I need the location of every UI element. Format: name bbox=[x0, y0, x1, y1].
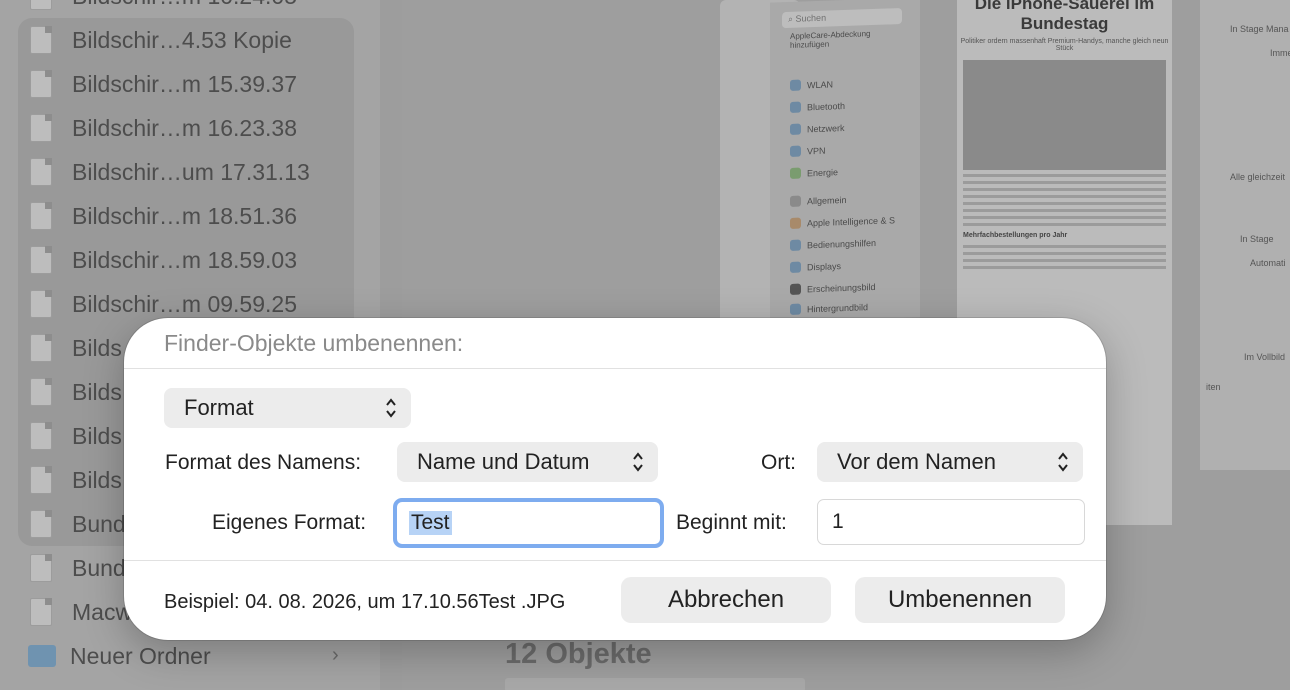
settings-item: VPN bbox=[790, 145, 826, 157]
custom-format-input[interactable]: Test bbox=[393, 498, 664, 548]
settings-item: Allgemein bbox=[790, 194, 847, 207]
start-number-input[interactable]: 1 bbox=[817, 499, 1085, 545]
popup-value: Vor dem Namen bbox=[837, 449, 996, 474]
folder-item[interactable]: Neuer Ordner bbox=[28, 634, 360, 678]
wifi-icon bbox=[790, 79, 801, 91]
energy-icon bbox=[790, 167, 801, 179]
settings-item: Netzwerk bbox=[790, 122, 845, 135]
popup-value: Format bbox=[184, 395, 254, 420]
document-icon bbox=[30, 246, 52, 274]
start-number-label: Beginnt mit: bbox=[676, 511, 787, 534]
network-icon bbox=[790, 123, 801, 135]
object-count: 12 Objekte bbox=[505, 638, 652, 670]
dialog-title: Finder-Objekte umbenennen: bbox=[164, 330, 464, 356]
object-size-info bbox=[505, 678, 805, 690]
settings-right-panel: In Stage Mana Immer Alle gleichzeit In S… bbox=[1200, 0, 1290, 470]
document-icon bbox=[30, 510, 52, 538]
file-name: Bilds bbox=[72, 466, 122, 493]
settings-item: Bluetooth bbox=[790, 100, 845, 113]
file-name: Bildschir…m 18.51.36 bbox=[72, 202, 297, 229]
file-item[interactable]: Bildschir…m 18.51.36 bbox=[30, 194, 360, 238]
custom-format-value: Test bbox=[409, 511, 452, 535]
rename-button[interactable]: Umbenennen bbox=[855, 577, 1065, 623]
file-name: Bildschir…m 10.24.05 bbox=[72, 0, 297, 10]
display-icon bbox=[790, 261, 801, 273]
file-name: Macw bbox=[72, 598, 133, 625]
folder-name: Neuer Ordner bbox=[70, 642, 211, 669]
location-popup[interactable]: Vor dem Namen bbox=[817, 442, 1083, 482]
file-item[interactable]: Bildschir…um 17.31.13 bbox=[30, 150, 360, 194]
document-icon bbox=[30, 202, 52, 230]
file-name: Bildschir…m 09.59.25 bbox=[72, 290, 297, 317]
file-name: Bildschir…4.53 Kopie bbox=[72, 26, 292, 53]
file-item[interactable]: Bildschir…m 18.59.03 bbox=[30, 238, 360, 282]
document-icon bbox=[30, 466, 52, 494]
document-icon bbox=[30, 0, 52, 10]
settings-item: Apple Intelligence & S bbox=[790, 214, 895, 229]
settings-item: WLAN bbox=[790, 78, 833, 91]
vpn-icon bbox=[790, 145, 801, 157]
document-icon bbox=[30, 598, 52, 626]
document-icon bbox=[30, 554, 52, 582]
file-name: Bildschir…m 18.59.03 bbox=[72, 246, 297, 273]
appearance-icon bbox=[790, 283, 801, 295]
bluetooth-icon bbox=[790, 101, 801, 113]
document-icon bbox=[30, 26, 52, 54]
settings-item: Displays bbox=[790, 260, 841, 273]
folder-icon bbox=[28, 645, 56, 667]
settings-preview: ⌕ Suchen AppleCare-Abdeckung hinzufügen … bbox=[770, 0, 920, 323]
file-name: Bilds bbox=[72, 378, 122, 405]
file-item[interactable]: Bildschir…4.53 Kopie bbox=[30, 18, 360, 62]
chevron-updown-icon bbox=[386, 398, 396, 418]
file-name: Bildschir…m 16.23.38 bbox=[72, 114, 297, 141]
file-name: Bund bbox=[72, 554, 126, 581]
start-number-value: 1 bbox=[832, 510, 844, 533]
rename-dialog: Finder-Objekte umbenennen: Format Format… bbox=[124, 318, 1106, 640]
location-label: Ort: bbox=[761, 451, 796, 474]
document-icon bbox=[30, 70, 52, 98]
example-text: Beispiel: 04. 08. 2026, um 17.10.56Test … bbox=[164, 591, 566, 613]
gear-icon bbox=[790, 195, 801, 207]
settings-item: Bedienungshilfen bbox=[790, 237, 876, 251]
popup-value: Name und Datum bbox=[417, 449, 590, 474]
file-item[interactable]: Bildschir…m 10.24.05 bbox=[30, 0, 360, 18]
file-name: Bilds bbox=[72, 422, 122, 449]
article-section: Mehrfachbestellungen pro Jahr bbox=[963, 232, 1068, 239]
wallpaper-icon bbox=[790, 303, 801, 315]
divider bbox=[124, 368, 1106, 369]
document-icon bbox=[30, 114, 52, 142]
article-photo bbox=[963, 60, 1166, 170]
intelligence-icon bbox=[790, 217, 801, 229]
applecare-text: AppleCare-Abdeckung hinzufügen bbox=[790, 29, 871, 50]
accessibility-icon bbox=[790, 239, 801, 251]
settings-item: Hintergrundbild bbox=[790, 301, 868, 315]
rename-mode-popup[interactable]: Format bbox=[164, 388, 411, 428]
chevron-right-icon[interactable]: › bbox=[332, 644, 339, 667]
file-name: Bilds bbox=[72, 334, 122, 361]
document-icon bbox=[30, 334, 52, 362]
document-icon bbox=[30, 422, 52, 450]
divider bbox=[124, 560, 1106, 561]
document-icon bbox=[30, 378, 52, 406]
file-name: Bildschir…m 15.39.37 bbox=[72, 70, 297, 97]
chevron-updown-icon bbox=[633, 452, 643, 472]
file-item[interactable]: Bildschir…m 16.23.38 bbox=[30, 106, 360, 150]
cancel-button[interactable]: Abbrechen bbox=[621, 577, 831, 623]
name-format-label: Format des Namens: bbox=[165, 451, 362, 474]
custom-format-label: Eigenes Format: bbox=[212, 511, 367, 534]
file-item[interactable]: Bildschir…m 15.39.37 bbox=[30, 62, 360, 106]
chevron-updown-icon bbox=[1058, 452, 1068, 472]
file-name: Bund bbox=[72, 510, 126, 537]
settings-item: Erscheinungsbild bbox=[790, 281, 876, 295]
article-subline: Politiker ordern massenhaft Premium-Hand… bbox=[960, 38, 1169, 52]
document-icon bbox=[30, 290, 52, 318]
document-icon bbox=[30, 158, 52, 186]
file-name: Bildschir…um 17.31.13 bbox=[72, 158, 310, 185]
settings-search: ⌕ Suchen bbox=[782, 8, 902, 29]
article-headline: Die iPhone-Sauerei im Bundestag bbox=[974, 0, 1155, 33]
settings-item: Energie bbox=[790, 166, 838, 179]
name-format-popup[interactable]: Name und Datum bbox=[397, 442, 658, 482]
